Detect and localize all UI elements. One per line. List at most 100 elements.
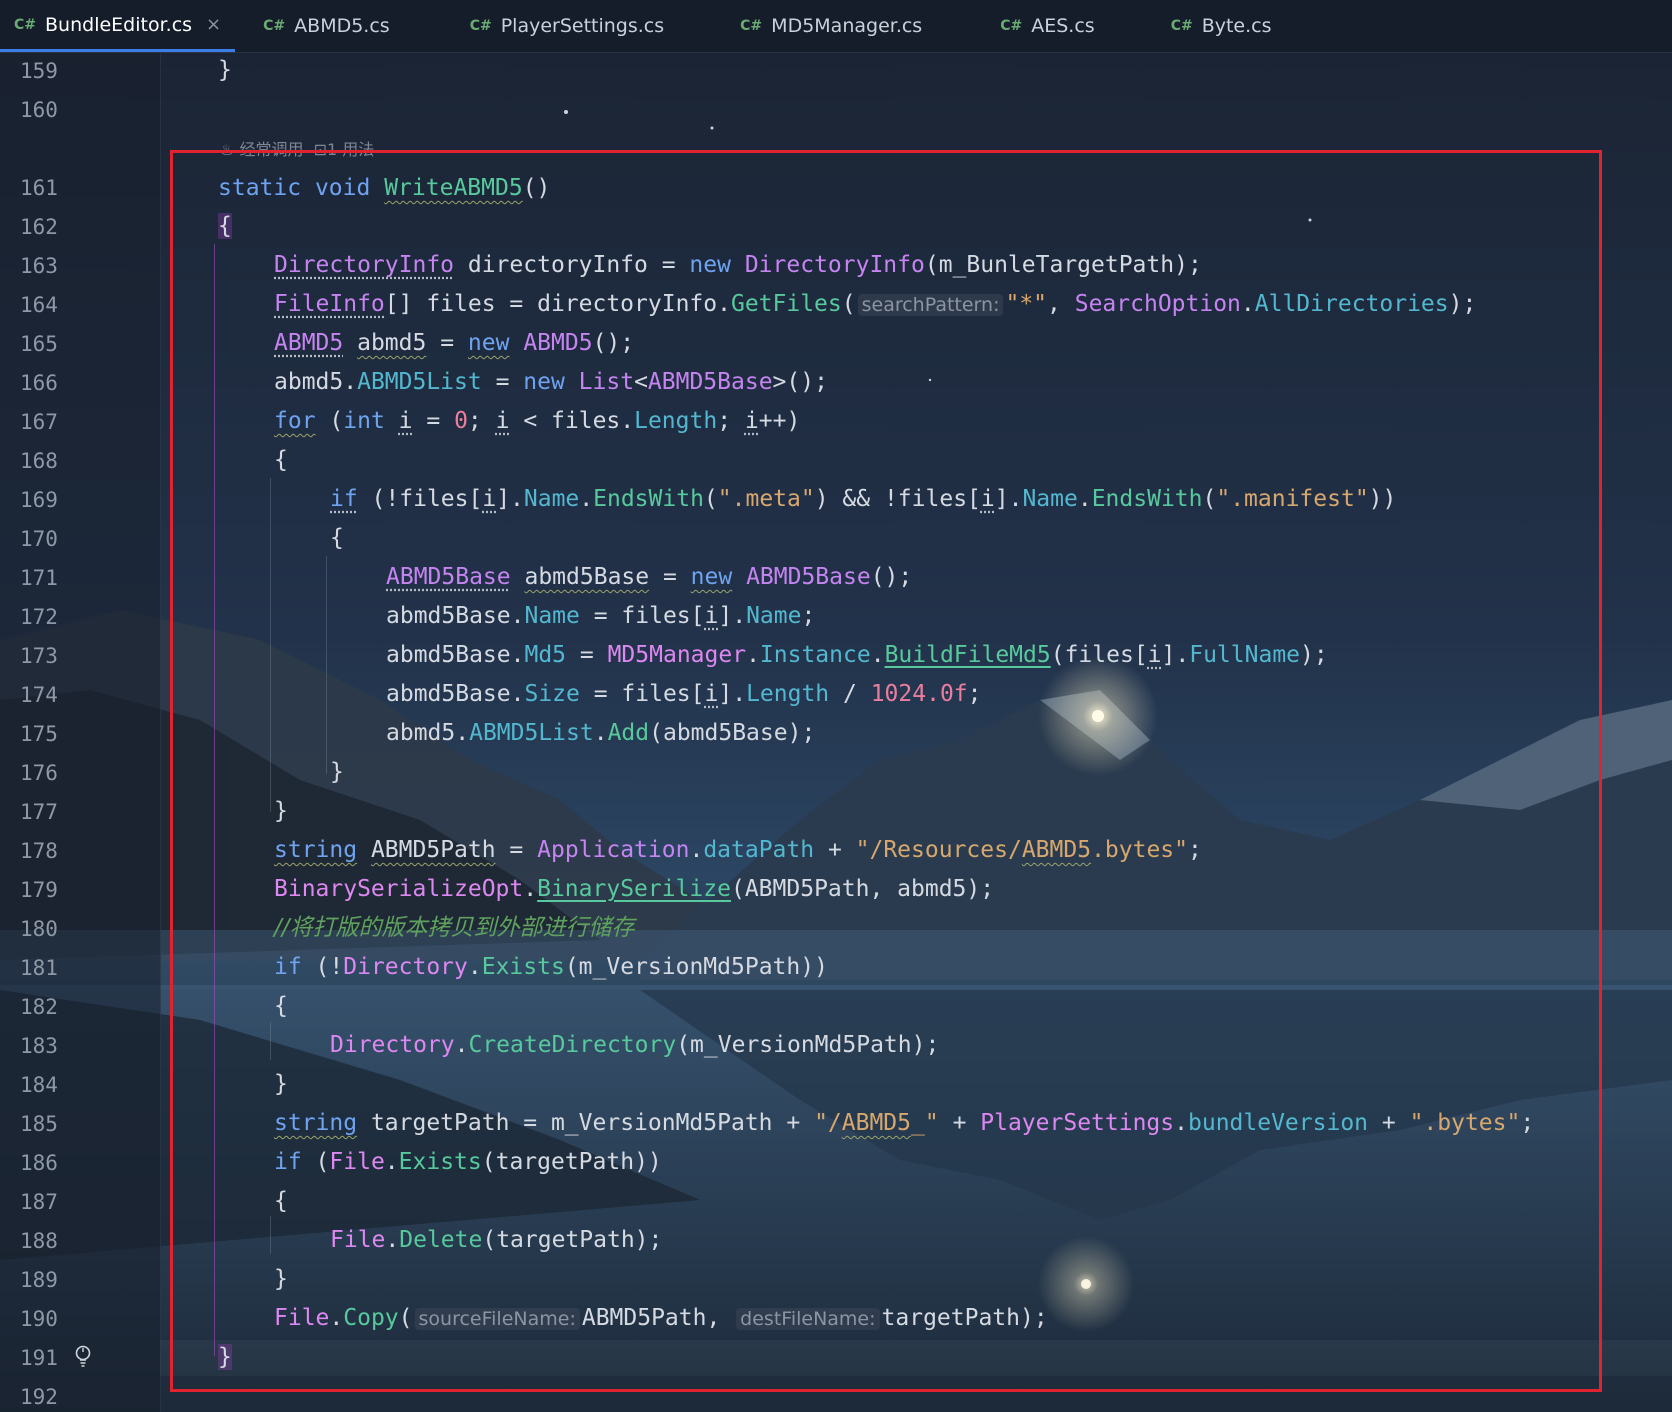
- type-name[interactable]: ABMD5Base: [746, 564, 871, 590]
- line-number[interactable]: 183: [20, 1033, 80, 1059]
- line-number[interactable]: 180: [20, 916, 80, 942]
- variable-name[interactable]: i: [745, 408, 759, 434]
- lightbulb-icon[interactable]: [72, 1344, 94, 1370]
- method-name[interactable]: Add: [608, 720, 650, 746]
- refs-hint[interactable]: 1 用法: [327, 140, 374, 159]
- line-number[interactable]: 167: [20, 409, 80, 435]
- type-name[interactable]: ABMD5: [274, 330, 343, 356]
- variable-name[interactable]: abmd5: [357, 330, 426, 356]
- type-name[interactable]: ABMD5Base: [648, 369, 773, 395]
- property-name[interactable]: Instance: [760, 642, 871, 668]
- close-icon[interactable]: ×: [206, 14, 221, 35]
- line-number[interactable]: 174: [20, 682, 80, 708]
- method-name[interactable]: BuildFileMd5: [885, 642, 1051, 668]
- type-name[interactable]: ABMD5Base: [386, 564, 511, 590]
- line-number[interactable]: 168: [20, 448, 80, 474]
- method-name[interactable]: EndsWith: [1092, 486, 1203, 512]
- property-name[interactable]: ABMD5List: [469, 720, 594, 746]
- code-editor[interactable]: 159 160 161 162 163 164 165 166 167 168 169 170 171 1…: [0, 0, 1672, 1412]
- line-number[interactable]: 182: [20, 994, 80, 1020]
- tab-playersettings[interactable]: C# PlayerSettings.cs: [456, 0, 678, 52]
- method-name[interactable]: Exists: [482, 954, 565, 980]
- type-name[interactable]: Application: [537, 837, 689, 863]
- type-name[interactable]: FileInfo: [274, 291, 385, 317]
- line-number[interactable]: 172: [20, 604, 80, 630]
- property-name[interactable]: Length: [746, 681, 829, 707]
- line-number[interactable]: 169: [20, 487, 80, 513]
- line-number[interactable]: 161: [20, 175, 80, 201]
- property-name[interactable]: Name: [524, 486, 579, 512]
- method-name[interactable]: BinarySerilize: [537, 876, 731, 902]
- variable-name[interactable]: i: [496, 408, 510, 434]
- line-number[interactable]: 192: [20, 1384, 80, 1410]
- type-name[interactable]: Directory: [330, 1032, 455, 1058]
- variable-name[interactable]: abmd5Base: [524, 564, 649, 590]
- type-name[interactable]: PlayerSettings: [980, 1110, 1174, 1136]
- line-number[interactable]: 176: [20, 760, 80, 786]
- variable-name[interactable]: i: [705, 603, 719, 629]
- line-number[interactable]: 184: [20, 1072, 80, 1098]
- type-name[interactable]: List: [579, 369, 634, 395]
- variable-name[interactable]: i: [399, 408, 413, 434]
- line-number[interactable]: 162: [20, 214, 80, 240]
- line-number[interactable]: 190: [20, 1306, 80, 1332]
- method-name[interactable]: CreateDirectory: [468, 1032, 676, 1058]
- property-name[interactable]: Length: [634, 408, 717, 434]
- tab-aes[interactable]: C# AES.cs: [986, 0, 1108, 52]
- line-number[interactable]: 175: [20, 721, 80, 747]
- variable-name[interactable]: i: [1148, 642, 1162, 668]
- variable-name[interactable]: i: [981, 486, 995, 512]
- line-number[interactable]: 188: [20, 1228, 80, 1254]
- type-name[interactable]: MD5Manager: [608, 642, 746, 668]
- method-name[interactable]: Exists: [399, 1149, 482, 1175]
- property-name[interactable]: ABMD5List: [357, 369, 482, 395]
- line-number[interactable]: 191: [20, 1345, 80, 1371]
- line-number[interactable]: 164: [20, 292, 80, 318]
- line-number[interactable]: 165: [20, 331, 80, 357]
- variable-name[interactable]: i: [482, 486, 496, 512]
- property-name[interactable]: Name: [1022, 486, 1077, 512]
- line-number[interactable]: 166: [20, 370, 80, 396]
- type-name[interactable]: File: [274, 1305, 329, 1331]
- line-number[interactable]: 171: [20, 565, 80, 591]
- variable-name[interactable]: ABMD5Path: [371, 837, 496, 863]
- tab-bundleeditor[interactable]: C# BundleEditor.cs ×: [0, 0, 236, 52]
- line-number[interactable]: 163: [20, 253, 80, 279]
- method-name[interactable]: Copy: [343, 1305, 398, 1331]
- type-name[interactable]: File: [330, 1227, 385, 1253]
- line-number[interactable]: 173: [20, 643, 80, 669]
- method-name[interactable]: Delete: [399, 1227, 482, 1253]
- property-name[interactable]: Name: [524, 603, 579, 629]
- type-name[interactable]: ABMD5: [523, 330, 592, 356]
- property-name[interactable]: AllDirectories: [1255, 291, 1449, 317]
- type-name[interactable]: BinarySerializeOpt: [274, 876, 523, 902]
- line-number[interactable]: 186: [20, 1150, 80, 1176]
- property-name[interactable]: bundleVersion: [1188, 1110, 1368, 1136]
- type-name[interactable]: Directory: [343, 954, 468, 980]
- line-number[interactable]: 178: [20, 838, 80, 864]
- line-number[interactable]: 177: [20, 799, 80, 825]
- tab-byte[interactable]: C# Byte.cs: [1157, 0, 1286, 52]
- property-name[interactable]: FullName: [1189, 642, 1300, 668]
- tab-abmd5[interactable]: C# ABMD5.cs: [249, 0, 404, 52]
- line-number[interactable]: 170: [20, 526, 80, 552]
- method-name[interactable]: GetFiles: [731, 291, 842, 317]
- line-number[interactable]: 160: [20, 97, 80, 123]
- variable-name[interactable]: i: [705, 681, 719, 707]
- type-name[interactable]: DirectoryInfo: [274, 252, 454, 278]
- method-name[interactable]: EndsWith: [593, 486, 704, 512]
- line-number[interactable]: 187: [20, 1189, 80, 1215]
- type-name[interactable]: File: [329, 1149, 384, 1175]
- property-name[interactable]: dataPath: [703, 837, 814, 863]
- property-name[interactable]: Md5: [524, 642, 566, 668]
- line-number[interactable]: 179: [20, 877, 80, 903]
- type-name[interactable]: DirectoryInfo: [745, 252, 925, 278]
- line-number[interactable]: 159: [20, 58, 80, 84]
- method-name[interactable]: WriteABMD5: [384, 175, 522, 201]
- line-number[interactable]: 181: [20, 955, 80, 981]
- type-name[interactable]: SearchOption: [1075, 291, 1241, 317]
- property-name[interactable]: Size: [524, 681, 579, 707]
- line-number[interactable]: 185: [20, 1111, 80, 1137]
- code-vision-hints[interactable]: ♨ 经常调用 ⊡1 用法: [220, 139, 374, 161]
- line-number[interactable]: 189: [20, 1267, 80, 1293]
